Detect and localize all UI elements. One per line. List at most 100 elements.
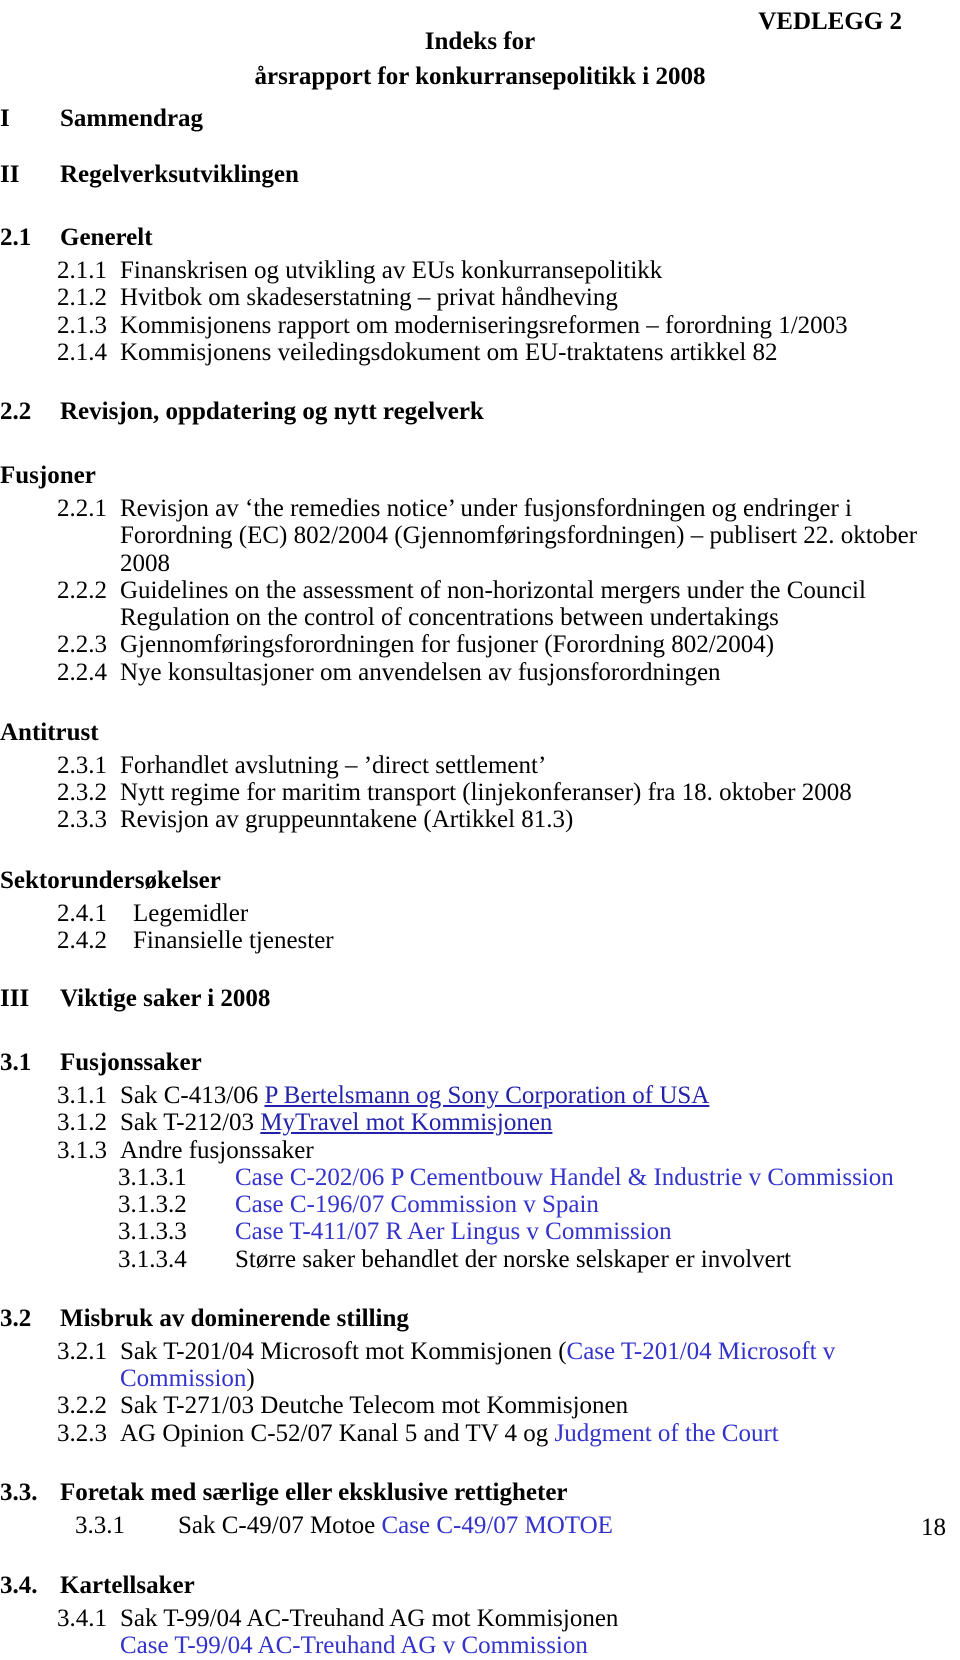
link-bertelsmann-sony[interactable]: P Bertelsmann og Sony Corporation of USA	[264, 1082, 709, 1109]
section-2-1-label: Generelt	[60, 224, 153, 251]
link-cementbouw[interactable]: Case C-202/06 P Cementbouw Handel & Indu…	[235, 1164, 894, 1191]
section-3-4-label: Kartellsaker	[60, 1572, 195, 1599]
entry-3-1-3-4-number: 3.1.3.4	[118, 1245, 187, 1273]
entry-2-1-1-number: 2.1.1	[57, 257, 107, 284]
entry-3-1-1-prefix: Sak C-413/06	[120, 1082, 265, 1109]
entry-3-4-1-text: Sak T-99/04 AC-Treuhand AG mot Kommisjon…	[120, 1605, 960, 1660]
section-3-3-label: Foretak med særlige eller eksklusive ret…	[60, 1478, 568, 1506]
entry-2-3-2-text: Nytt regime for maritim transport (linje…	[120, 779, 852, 806]
link-aer-lingus[interactable]: Case T-411/07 R Aer Lingus v Commission	[235, 1218, 672, 1245]
entry-2-2-2: 2.2.2 Guidelines on the assessment of non…	[0, 577, 960, 632]
entry-2-3-1: 2.3.1 Forhandlet avslutning – ’direct set…	[0, 752, 960, 779]
entry-2-2-3-number: 2.2.3	[57, 631, 107, 659]
entry-2-2-1-number: 2.2.1	[57, 495, 107, 522]
section-2-2-label: Revisjon, oppdatering og nytt regelverk	[60, 398, 484, 425]
entry-3-1-2-prefix: Sak T-212/03	[120, 1109, 261, 1137]
section-3-3: 3.3. Foretak med særlige eller eksklusive…	[0, 1480, 960, 1505]
entry-3-4-1-title: Sak T-99/04 AC-Treuhand AG mot Kommisjon…	[120, 1605, 619, 1632]
entry-2-1-2: 2.1.2 Hvitbok om skadeserstatning – priva…	[0, 284, 960, 311]
section-3-2-number: 3.2	[0, 1304, 32, 1332]
entry-3-4-1-number: 3.4.1	[57, 1605, 107, 1632]
entry-3-1-3-1: 3.1.3.1 Case C-202/06 P Cementbouw Handel…	[0, 1164, 960, 1191]
entry-3-2-3-prefix: AG Opinion C-52/07 Kanal 5 and TV 4 og	[120, 1419, 555, 1447]
entry-3-2-3-number: 3.2.3	[57, 1419, 107, 1447]
entry-3-2-1-prefix: Sak T-201/04 Microsoft mot Kommisjonen (	[120, 1337, 567, 1365]
entry-3-1-3-3-number: 3.1.3.3	[118, 1218, 187, 1246]
entry-3-1-1-text: Sak C-413/06 P Bertelsmann og Sony Corpo…	[120, 1082, 960, 1109]
group-header-fusjoner: Fusjoner	[0, 462, 96, 489]
entry-3-1-3-number: 3.1.3	[57, 1136, 107, 1164]
entry-2-4-1: 2.4.1 Legemidler	[0, 900, 960, 927]
group-header-sektorundersokelser: Sektorundersøkelser	[0, 866, 221, 894]
entry-3-1-3-2-number: 3.1.3.2	[118, 1191, 187, 1218]
entry-2-2-3-text: Gjennomføringsforordningen for fusjoner …	[120, 631, 775, 659]
entry-2-3-2-number: 2.3.2	[57, 779, 107, 806]
section-3-4-number: 3.4.	[0, 1572, 38, 1599]
entry-2-2-1: 2.2.1 Revisjon av ‘the remedies notice’ u…	[0, 495, 960, 577]
section-2-2: 2.2 Revisjon, oppdatering og nytt regelve…	[0, 399, 960, 424]
entry-2-3-1-number: 2.3.1	[57, 751, 107, 779]
entry-3-1-1-number: 3.1.1	[57, 1082, 107, 1109]
entry-2-1-3-text: Kommisjonens rapport om moderniseringsre…	[120, 311, 848, 339]
section-3-2: 3.2 Misbruk av dominerende stilling	[0, 1306, 960, 1331]
section-3-2-label: Misbruk av dominerende stilling	[60, 1304, 409, 1332]
entry-3-1-2: 3.1.2 Sak T-212/03 MyTravel mot Kommisjon…	[0, 1109, 960, 1136]
entry-2-2-4-text: Nye konsultasjoner om anvendelsen av fus…	[120, 658, 721, 686]
entry-2-3-3-number: 2.3.3	[57, 806, 107, 834]
entry-2-4-1-number: 2.4.1	[57, 899, 107, 927]
entry-3-2-1-number: 3.2.1	[57, 1337, 107, 1365]
section-3-1-number: 3.1	[0, 1049, 32, 1076]
section-roman-ii-number: II	[0, 161, 20, 188]
section-3-3-number: 3.3.	[0, 1478, 38, 1506]
entry-2-3-3: 2.3.3 Revisjon av gruppeunntakene (Artikk…	[0, 806, 960, 833]
entry-2-1-2-text: Hvitbok om skadeserstatning – privat hån…	[120, 284, 618, 312]
entry-3-3-1-number: 3.3.1	[75, 1511, 125, 1539]
entry-3-3-1-prefix: Sak C-49/07 Motoe	[178, 1511, 382, 1539]
section-3-1-label: Fusjonssaker	[60, 1049, 202, 1076]
entry-3-2-2: 3.2.2 Sak T-271/03 Deutche Telecom mot Ko…	[0, 1392, 960, 1419]
entry-3-1-3-3: 3.1.3.3 Case T-411/07 R Aer Lingus v Comm…	[0, 1218, 960, 1245]
entry-2-2-4: 2.2.4 Nye konsultasjoner om anvendelsen a…	[0, 659, 960, 686]
link-mytravel-kommisjonen[interactable]: MyTravel mot Kommisjonen	[260, 1109, 552, 1136]
entry-3-1-3-2: 3.1.3.2 Case C-196/07 Commission v Spain	[0, 1191, 960, 1218]
entry-2-1-1-text: Finanskrisen og utvikling av EUs konkurr…	[120, 257, 663, 284]
entry-3-4-1: 3.4.1 Sak T-99/04 AC-Treuhand AG mot Komm…	[0, 1605, 960, 1660]
link-ac-treuhand[interactable]: Case T-99/04 AC-Treuhand AG v Commission	[120, 1632, 960, 1659]
entry-2-1-4-text: Kommisjonens veiledingsdokument om EU-tr…	[120, 338, 778, 366]
link-commission-v-spain[interactable]: Case C-196/07 Commission v Spain	[235, 1191, 599, 1218]
entry-3-1-2-number: 3.1.2	[57, 1109, 107, 1137]
entry-3-1-3-4-text: Større saker behandlet der norske selska…	[235, 1245, 792, 1273]
page-title-line-2: årsrapport for konkurransepolitikk i 200…	[254, 63, 706, 91]
entry-3-3-1: 3.3.1 Sak C-49/07 Motoe Case C-49/07 MOTO…	[0, 1512, 960, 1539]
entry-2-4-1-text: Legemidler	[133, 899, 249, 927]
entry-2-4-2: 2.4.2 Finansielle tjenester	[0, 927, 960, 954]
page-title: Indeks for årsrapport for konkurransepol…	[0, 25, 960, 94]
link-judgment-of-the-court[interactable]: Judgment of the Court	[554, 1420, 778, 1447]
entry-3-1-3-1-number: 3.1.3.1	[118, 1163, 187, 1191]
link-motoe[interactable]: Case C-49/07 MOTOE	[381, 1512, 612, 1539]
entry-3-2-3: 3.2.3 AG Opinion C-52/07 Kanal 5 and TV 4…	[0, 1420, 960, 1447]
section-roman-i: I Sammendrag	[0, 106, 960, 131]
section-roman-ii: II Regelverksutviklingen	[0, 162, 960, 187]
entry-2-1-1: 2.1.1 Finanskrisen og utvikling av EUs ko…	[0, 257, 960, 284]
entry-3-2-1-suffix: )	[246, 1365, 255, 1392]
section-2-1-number: 2.1	[0, 224, 32, 251]
entry-3-2-1-text: Sak T-201/04 Microsoft mot Kommisjonen (…	[120, 1338, 960, 1393]
section-roman-i-label: Sammendrag	[60, 105, 204, 132]
section-2-2-number: 2.2	[0, 398, 32, 425]
entry-2-2-3: 2.2.3 Gjennomføringsforordningen for fusj…	[0, 631, 960, 658]
entry-3-2-2-text: Sak T-271/03 Deutche Telecom mot Kommisj…	[120, 1392, 629, 1420]
entry-3-1-1: 3.1.1 Sak C-413/06 P Bertelsmann og Sony …	[0, 1082, 960, 1109]
entry-3-2-1: 3.2.1 Sak T-201/04 Microsoft mot Kommisjo…	[0, 1338, 960, 1393]
entry-3-1-3-4: 3.1.3.4 Større saker behandlet der norske…	[0, 1246, 960, 1273]
entry-2-2-2-text: Guidelines on the assessment of non-hori…	[120, 576, 866, 631]
entry-3-1-3: 3.1.3 Andre fusjonssaker	[0, 1137, 960, 1164]
entry-2-1-3: 2.1.3 Kommisjonens rapport om moderniseri…	[0, 312, 960, 339]
entry-2-1-4-number: 2.1.4	[57, 338, 107, 366]
entry-2-2-2-number: 2.2.2	[57, 576, 107, 604]
section-3-4: 3.4. Kartellsaker	[0, 1573, 960, 1598]
entry-3-3-1-text: Sak C-49/07 Motoe Case C-49/07 MOTOE	[178, 1512, 613, 1539]
entry-3-1-2-text: Sak T-212/03 MyTravel mot Kommisjonen	[120, 1109, 960, 1136]
entry-2-1-2-number: 2.1.2	[57, 284, 107, 312]
section-roman-iii-number: III	[0, 985, 30, 1012]
